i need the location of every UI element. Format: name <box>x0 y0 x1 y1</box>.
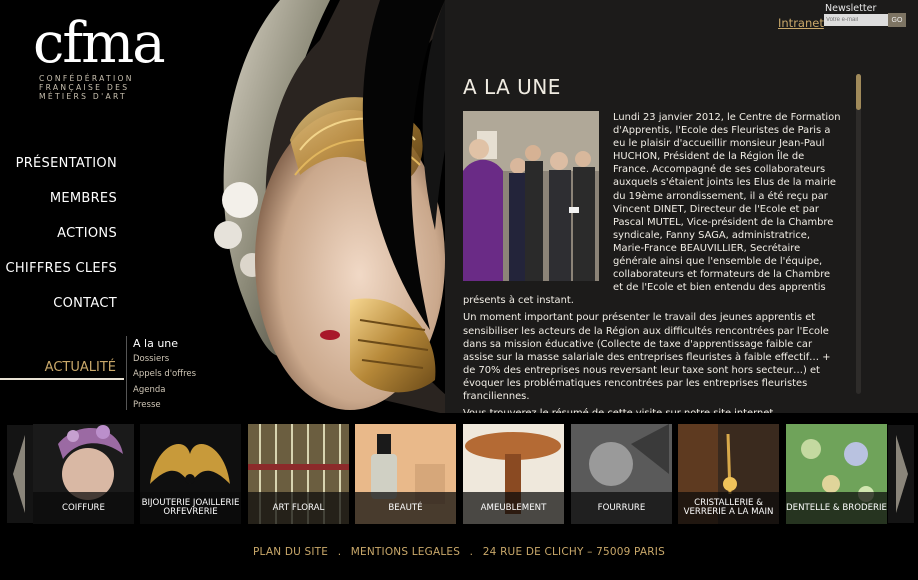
subnav-item-appels-doffres[interactable]: Appels d'offres <box>127 367 217 383</box>
footer-legal-link[interactable]: MENTIONS LEGALES <box>351 546 460 558</box>
sub-nav: A la une Dossiers Appels d'offres Agenda… <box>126 336 217 410</box>
nav-item-actions[interactable]: ACTIONS <box>57 226 117 241</box>
newsletter-email-input[interactable] <box>824 14 888 26</box>
nav-item-actualite-label: ACTUALITÉ <box>44 360 116 375</box>
trade-tile-art-floral[interactable]: ART FLORAL <box>248 424 349 524</box>
newsletter-go-button[interactable]: GO <box>888 13 906 27</box>
article-title: A LA UNE <box>463 75 561 99</box>
nav-item-contact[interactable]: CONTACT <box>53 296 117 311</box>
footer-address: 24 RUE DE CLICHY – 75009 PARIS <box>482 546 665 558</box>
footer: PLAN DU SITE . MENTIONS LEGALES . 24 RUE… <box>0 546 918 558</box>
article-paragraph: Un moment important pour présenter le tr… <box>463 312 831 402</box>
trade-tile-label: COIFFURE <box>33 492 134 524</box>
trade-tile-dentelle[interactable]: DENTELLE & BRODERIE <box>786 424 887 524</box>
subnav-item-presse[interactable]: Presse <box>127 398 217 414</box>
nav-item-chiffres-clefs[interactable]: CHIFFRES CLEFS <box>5 261 117 276</box>
trade-tile-label: BIJOUTERIE JOAILLERIE ORFEVRERIE <box>140 492 241 524</box>
nav-item-presentation[interactable]: PRÉSENTATION <box>16 156 117 171</box>
intranet-link[interactable]: Intranet <box>778 16 824 30</box>
newsletter-label: Newsletter <box>825 3 877 14</box>
chevron-left-icon <box>13 435 25 513</box>
trade-tile-label: AMEUBLEMENT <box>463 492 564 524</box>
trade-tile-beaute[interactable]: BEAUTÉ <box>355 424 456 524</box>
nav-item-membres[interactable]: MEMBRES <box>50 191 117 206</box>
trade-tile-fourrure[interactable]: FOURRURE <box>571 424 672 524</box>
carousel-prev-button[interactable] <box>7 425 33 523</box>
trade-tile-label: FOURRURE <box>571 492 672 524</box>
scrollbar-thumb[interactable] <box>856 74 861 110</box>
trade-tile-bijouterie[interactable]: BIJOUTERIE JOAILLERIE ORFEVRERIE <box>140 424 241 524</box>
trade-tile-label: DENTELLE & BRODERIE <box>786 492 887 524</box>
footer-separator: . <box>337 546 342 558</box>
trade-tile-cristallerie[interactable]: CRISTALLERIE & VERRERIE A LA MAIN <box>678 424 779 524</box>
trade-tile-coiffure[interactable]: COIFFURE <box>33 424 134 524</box>
article-body: Lundi 23 janvier 2012, le Centre de Form… <box>463 111 841 424</box>
subnav-item-agenda[interactable]: Agenda <box>127 383 217 399</box>
article-photo <box>463 111 599 281</box>
footer-separator: . <box>469 546 474 558</box>
subnav-item-dossiers[interactable]: Dossiers <box>127 352 217 368</box>
main-nav: PRÉSENTATION MEMBRES ACTIONS CHIFFRES CL… <box>0 150 117 320</box>
trade-tile-label: BEAUTÉ <box>355 492 456 524</box>
carousel-next-button[interactable] <box>888 425 914 523</box>
logo[interactable]: cfma CONFÉDÉRATION FRANÇAISE DES MÉTIERS… <box>33 11 183 102</box>
footer-sitemap-link[interactable]: PLAN DU SITE <box>253 546 328 558</box>
article-scrollbar[interactable] <box>856 74 861 394</box>
subnav-item-a-la-une[interactable]: A la une <box>127 336 217 352</box>
trade-tile-label: CRISTALLERIE & VERRERIE A LA MAIN <box>678 492 779 524</box>
logo-mark: cfma <box>33 11 166 76</box>
nav-item-actualite[interactable]: ACTUALITÉ <box>0 356 124 380</box>
trade-tile-label: ART FLORAL <box>248 492 349 524</box>
trade-tile-ameublement[interactable]: AMEUBLEMENT <box>463 424 564 524</box>
trades-carousel: COIFFURE BIJOUTERIE JOAILLERIE ORFEVRERI… <box>0 413 918 530</box>
chevron-right-icon <box>896 435 908 513</box>
logo-tagline: CONFÉDÉRATION FRANÇAISE DES MÉTIERS D'AR… <box>39 74 134 101</box>
